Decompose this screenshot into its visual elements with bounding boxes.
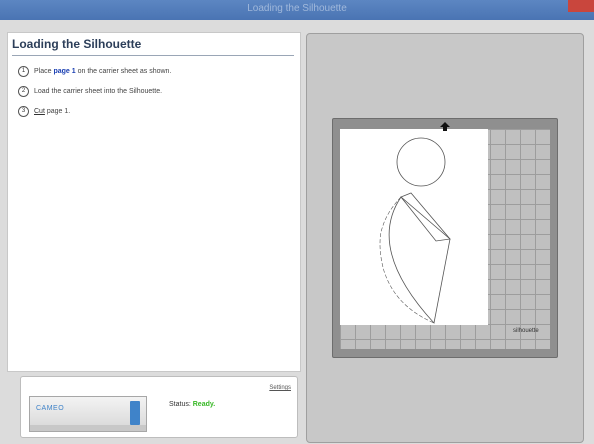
window-title: Loading the Silhouette (247, 3, 347, 14)
tab-shape (400, 192, 451, 242)
status-text: Status: Ready. (169, 401, 216, 408)
machine-base (30, 425, 146, 431)
step-2-text: Load the carrier sheet into the Silhouet… (34, 88, 163, 95)
instructions-panel: Loading the Silhouette 1 Place page 1 on… (7, 32, 301, 372)
machine-name: CAMEO (36, 405, 65, 412)
machine-screen (130, 401, 140, 425)
step-number-3: 3 (18, 106, 29, 117)
circle-shape (396, 137, 446, 187)
step-2: 2 Load the carrier sheet into the Silhou… (18, 86, 162, 97)
mat-paper (340, 129, 488, 325)
panel-title: Loading the Silhouette (12, 37, 142, 51)
step-3: 3 Cut page 1. (18, 106, 70, 117)
cut-link[interactable]: Cut (34, 108, 45, 115)
title-bar: Loading the Silhouette (0, 0, 594, 20)
step-3-text: Cut page 1. (34, 108, 71, 115)
cutting-mat: silhouette (332, 118, 558, 358)
cutter-machine-image: CAMEO (29, 396, 147, 432)
step-number-2: 2 (18, 86, 29, 97)
load-direction-arrow-icon (440, 122, 450, 131)
title-divider (12, 55, 294, 56)
status-panel: Settings CAMEO Status: Ready. (20, 376, 298, 438)
settings-link[interactable]: Settings (269, 385, 291, 391)
status-value: Ready. (192, 401, 216, 408)
scalloped-shape (388, 196, 451, 324)
step-1-text: Place page 1 on the carrier sheet as sho… (34, 68, 172, 75)
cut-shapes (379, 137, 451, 324)
mat-brand-logo: silhouette (513, 328, 539, 334)
close-button[interactable] (568, 0, 594, 12)
step-1: 1 Place page 1 on the carrier sheet as s… (18, 66, 171, 77)
step-number-1: 1 (18, 66, 29, 77)
page-1-link[interactable]: page 1 (53, 68, 75, 75)
